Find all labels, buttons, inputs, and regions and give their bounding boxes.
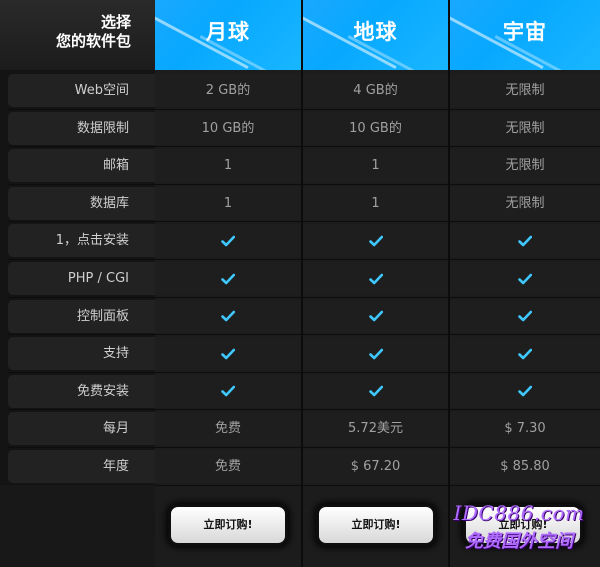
checkmark-icon (221, 309, 235, 323)
feature-label: 邮箱 (8, 149, 155, 183)
checkmark-icon (518, 384, 532, 398)
corner-title-line1: 选择 (100, 13, 131, 31)
feature-value-universe: 无限制 (450, 74, 600, 107)
feature-label: Web空间 (8, 74, 155, 107)
feature-cell-earth (303, 299, 448, 333)
column-divider (301, 0, 303, 567)
feature-value-earth: 4 GB的 (303, 74, 448, 107)
feature-cell-moon (155, 374, 301, 408)
plan-header-universe: 宇宙 (450, 0, 600, 70)
table-row: 每月 免费 5.72美元 $ 7.30 (0, 410, 600, 448)
table-row: 年度 免费 $ 67.20 $ 85.80 (0, 448, 600, 486)
feature-label: 数据库 (8, 186, 155, 220)
plan-name-moon: 月球 (206, 19, 250, 44)
checkmark-icon (368, 384, 383, 398)
feature-cell-earth (303, 224, 448, 258)
order-now-button-universe[interactable]: 立即订购! (466, 507, 580, 543)
checkmark-icon (221, 384, 235, 398)
table-row: 支持 (0, 335, 600, 373)
column-divider (448, 0, 450, 567)
plan-name-earth: 地球 (353, 19, 398, 44)
feature-cell-moon (155, 224, 301, 258)
feature-cell-earth (303, 337, 448, 371)
checkmark-icon (518, 347, 532, 361)
feature-value-universe: 无限制 (450, 186, 600, 220)
feature-cell-moon (155, 337, 301, 371)
feature-cell-universe (450, 299, 600, 333)
feature-value-earth: 10 GB的 (303, 111, 448, 145)
table-row: PHP / CGI (0, 260, 600, 298)
checkmark-icon (518, 272, 532, 286)
table-row: 数据库 1 1 无限制 (0, 185, 600, 223)
checkmark-icon (518, 309, 532, 323)
table-row: 免费安装 (0, 373, 600, 411)
checkmark-icon (368, 234, 383, 248)
feature-value-universe: 无限制 (450, 111, 600, 145)
feature-label: 1，点击安装 (8, 224, 155, 258)
feature-value-moon: 2 GB的 (155, 74, 301, 107)
plan-header-earth: 地球 (303, 0, 448, 70)
feature-cell-universe (450, 374, 600, 408)
feature-value-moon: 免费 (155, 450, 301, 483)
feature-cell-universe (450, 224, 600, 258)
table-corner-title: 选择 您的软件包 (0, 0, 155, 70)
checkmark-icon (368, 272, 383, 286)
pricing-table: 选择 您的软件包 月球 地球 宇宙 Web空间 2 GB的 4 GB的 无限制 数据限制… (0, 0, 600, 567)
feature-label: 免费安装 (8, 374, 155, 408)
footer-spacer (0, 485, 155, 567)
plan-header-moon: 月球 (155, 0, 301, 70)
order-now-button-moon[interactable]: 立即订购! (171, 507, 285, 543)
checkmark-icon (221, 272, 235, 286)
feature-value-moon: 1 (155, 149, 301, 183)
feature-label: 年度 (8, 450, 155, 483)
checkmark-icon (221, 234, 235, 248)
feature-cell-universe (450, 337, 600, 371)
feature-value-earth: 1 (303, 186, 448, 220)
checkmark-icon (221, 347, 235, 361)
feature-label: PHP / CGI (8, 262, 155, 295)
feature-value-earth: $ 67.20 (303, 450, 448, 483)
feature-label: 控制面板 (8, 299, 155, 333)
feature-value-universe: $ 7.30 (450, 412, 600, 446)
feature-cell-moon (155, 299, 301, 333)
plan-name-universe: 宇宙 (503, 19, 547, 44)
table-row: Web空间 2 GB的 4 GB的 无限制 (0, 72, 600, 110)
corner-title-line2: 您的软件包 (55, 32, 131, 50)
feature-value-moon: 1 (155, 186, 301, 220)
table-row: 邮箱 1 1 无限制 (0, 147, 600, 185)
feature-value-earth: 1 (303, 149, 448, 183)
feature-value-moon: 免费 (155, 412, 301, 446)
feature-value-universe: $ 85.80 (450, 450, 600, 483)
feature-value-earth: 5.72美元 (303, 412, 448, 446)
feature-label: 支持 (8, 337, 155, 371)
feature-value-universe: 无限制 (450, 149, 600, 183)
order-now-button-earth[interactable]: 立即订购! (319, 507, 433, 543)
feature-cell-earth (303, 374, 448, 408)
feature-cell-earth (303, 262, 448, 295)
checkmark-icon (518, 234, 532, 248)
feature-label: 数据限制 (8, 111, 155, 145)
feature-label: 每月 (8, 412, 155, 446)
feature-cell-moon (155, 262, 301, 295)
feature-value-moon: 10 GB的 (155, 111, 301, 145)
checkmark-icon (368, 347, 383, 361)
table-row: 1，点击安装 (0, 222, 600, 260)
table-row: 控制面板 (0, 298, 600, 336)
feature-cell-universe (450, 262, 600, 295)
table-row: 数据限制 10 GB的 10 GB的 无限制 (0, 110, 600, 148)
checkmark-icon (368, 309, 383, 323)
